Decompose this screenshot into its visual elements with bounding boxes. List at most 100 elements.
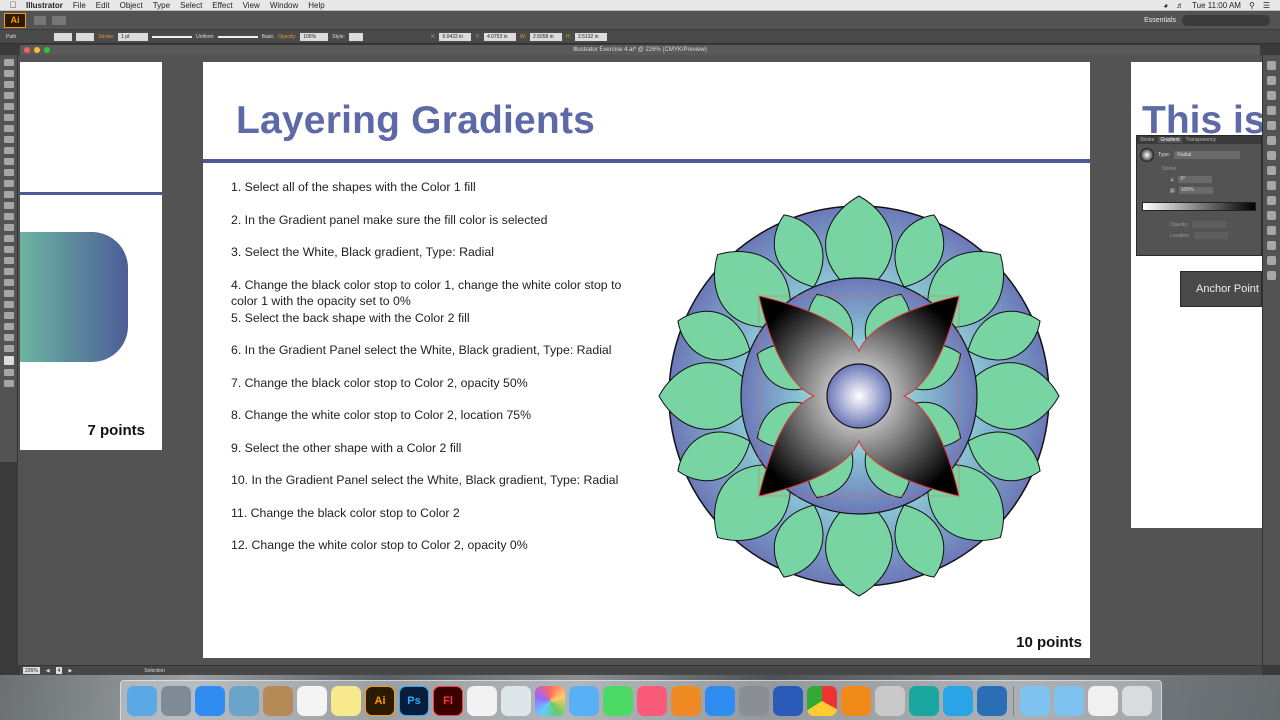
menu-file[interactable]: File — [73, 1, 86, 10]
y-label[interactable]: Y: — [475, 34, 479, 40]
symbols-panel-icon[interactable] — [1267, 121, 1276, 130]
zoom-level-field[interactable]: 226% — [23, 667, 40, 674]
w-label[interactable]: W: — [520, 34, 526, 40]
line-tool-icon[interactable] — [4, 125, 14, 132]
flash-app-icon[interactable]: Fl — [433, 685, 463, 716]
menu-window[interactable]: Window — [270, 1, 298, 10]
fill-stroke-icon[interactable] — [4, 356, 14, 365]
facetime-icon[interactable] — [603, 685, 633, 716]
hand-tool-icon[interactable] — [4, 334, 14, 341]
messages-icon[interactable] — [569, 685, 599, 716]
slice-tool-icon[interactable] — [4, 323, 14, 330]
center-circle[interactable] — [826, 363, 892, 429]
books-icon[interactable] — [671, 685, 701, 716]
word-icon[interactable] — [773, 685, 803, 716]
swatches-panel-icon[interactable] — [1267, 91, 1276, 100]
appearance-panel-icon[interactable] — [1267, 181, 1276, 190]
downloads-stack-icon[interactable] — [1088, 685, 1118, 716]
rectangle-tool-icon[interactable] — [4, 136, 14, 143]
gradient-slider[interactable] — [1142, 202, 1256, 211]
mail-icon[interactable] — [229, 685, 259, 716]
selection-tool-icon[interactable] — [4, 59, 14, 66]
maya-icon[interactable] — [909, 685, 939, 716]
app-store-icon[interactable] — [705, 685, 735, 716]
pencil-tool-icon[interactable] — [4, 158, 14, 165]
stroke-weight-field[interactable]: 1 pt — [118, 32, 149, 41]
pen-tool-icon[interactable] — [4, 103, 14, 110]
graphic-styles-panel-icon[interactable] — [1267, 196, 1276, 205]
gradient-rounded-shape[interactable] — [20, 232, 128, 362]
direct-selection-tool-icon[interactable] — [4, 70, 14, 77]
free-transform-tool-icon[interactable] — [4, 213, 14, 220]
w-field[interactable]: 2.5058 in — [529, 32, 562, 41]
minimize-window-button[interactable] — [34, 47, 40, 53]
arrange-documents-icon[interactable] — [52, 15, 66, 25]
artboard-number-field[interactable]: 4 — [55, 667, 63, 674]
tab-transparency[interactable]: Transparency — [1186, 137, 1216, 143]
rotate-tool-icon[interactable] — [4, 180, 14, 187]
document-tab-title[interactable]: Illustrator Exercise 4.ai* @ 226% (CMYK/… — [20, 45, 1260, 55]
type-select[interactable]: Radial — [1174, 151, 1241, 159]
trash-icon[interactable] — [1122, 685, 1152, 716]
screen-mode-icon[interactable] — [4, 380, 14, 387]
perspective-grid-tool-icon[interactable] — [4, 235, 14, 242]
column-graph-tool-icon[interactable] — [4, 301, 14, 308]
transparency-panel-icon[interactable] — [1267, 166, 1276, 175]
menu-type[interactable]: Type — [153, 1, 170, 10]
eyedropper-tool-icon[interactable] — [4, 268, 14, 275]
artboard-tool-icon[interactable] — [4, 312, 14, 319]
opacity-field[interactable] — [1192, 221, 1227, 228]
color-mode-icon[interactable] — [4, 369, 14, 376]
chrome-icon[interactable] — [807, 685, 837, 716]
reminders-icon[interactable] — [467, 685, 497, 716]
pathfinder-panel-icon[interactable] — [1267, 256, 1276, 265]
shape-builder-tool-icon[interactable] — [4, 224, 14, 231]
gradient-swatch[interactable] — [1140, 148, 1154, 162]
current-tool-label[interactable]: Selection — [144, 668, 165, 674]
previous-artboard-button[interactable]: ◀ — [46, 668, 50, 674]
variable-width-profile[interactable] — [152, 35, 193, 38]
color-panel-icon[interactable] — [1267, 61, 1276, 70]
align-panel-icon[interactable] — [1267, 241, 1276, 250]
workspace-switcher[interactable]: Essentials — [1144, 17, 1176, 24]
documents-folder-icon[interactable] — [1054, 685, 1084, 716]
tab-stroke[interactable]: Stroke — [1140, 137, 1154, 143]
y-field[interactable]: 4.0753 in — [483, 32, 516, 41]
scale-tool-icon[interactable] — [4, 191, 14, 198]
close-window-button[interactable] — [24, 47, 30, 53]
calendar-icon[interactable] — [297, 685, 327, 716]
location-field[interactable] — [1194, 232, 1229, 239]
stroke-swatch[interactable] — [76, 32, 95, 41]
gradient-panel-icon[interactable] — [1267, 151, 1276, 160]
clock[interactable]: Tue 11:00 AM — [1192, 1, 1241, 10]
style-swatch[interactable] — [348, 32, 363, 41]
h-field[interactable]: 2.5132 in — [574, 32, 607, 41]
illustrator-app-icon[interactable]: Ai — [365, 685, 395, 716]
contacts-icon[interactable] — [263, 685, 293, 716]
angle-field[interactable]: 0° — [1178, 176, 1213, 183]
menu-effect[interactable]: Effect — [212, 1, 232, 10]
tab-gradient[interactable]: Gradient — [1158, 137, 1182, 143]
safari-icon[interactable] — [195, 685, 225, 716]
stroke-label[interactable]: Stroke: — [98, 34, 114, 40]
search-input[interactable] — [1182, 14, 1270, 26]
menu-select[interactable]: Select — [180, 1, 202, 10]
vlc-icon[interactable] — [841, 685, 871, 716]
symbol-sprayer-tool-icon[interactable] — [4, 290, 14, 297]
aspect-ratio-field[interactable]: 100% — [1178, 187, 1213, 194]
fill-swatch[interactable] — [54, 32, 73, 41]
artboards-panel-icon[interactable] — [1267, 226, 1276, 235]
notes-icon[interactable] — [331, 685, 361, 716]
apple-icon[interactable]:  — [0, 0, 26, 10]
launchpad-icon[interactable] — [161, 685, 191, 716]
mandala-artwork[interactable] — [649, 186, 1069, 606]
layers-panel-icon[interactable] — [1267, 211, 1276, 220]
media-player-icon[interactable] — [943, 685, 973, 716]
h-label[interactable]: H: — [566, 34, 571, 40]
photos-icon[interactable] — [535, 685, 565, 716]
x-label[interactable]: X: — [431, 34, 436, 40]
photoshop-app-icon[interactable]: Ps — [399, 685, 429, 716]
transform-panel-icon[interactable] — [1267, 271, 1276, 280]
next-artboard-button[interactable]: ▶ — [68, 668, 72, 674]
lasso-tool-icon[interactable] — [4, 92, 14, 99]
